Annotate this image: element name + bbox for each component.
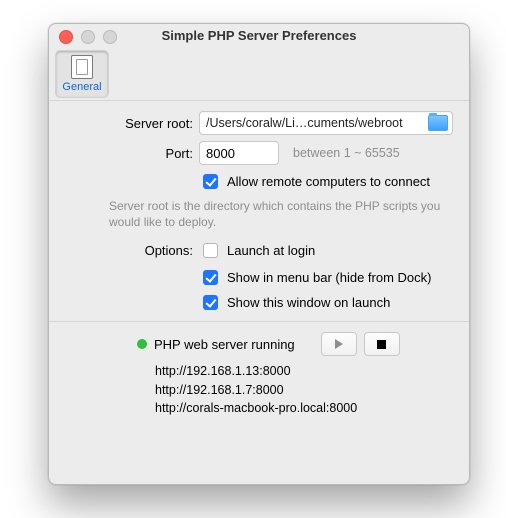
server-urls: http://192.168.1.13:8000 http://192.168.… — [155, 362, 453, 416]
preferences-window: Simple PHP Server Preferences General Se… — [48, 23, 470, 485]
server-root-value: /Users/coralw/Li…cuments/webroot — [206, 116, 424, 130]
start-button[interactable] — [321, 332, 357, 356]
minimize-icon[interactable] — [81, 30, 95, 44]
show-window-checkbox[interactable] — [203, 295, 218, 310]
close-icon[interactable] — [59, 30, 73, 44]
tab-general-label: General — [62, 81, 101, 93]
stop-icon — [377, 340, 386, 349]
server-url: http://corals-macbook-pro.local:8000 — [155, 399, 453, 417]
show-window-label: Show this window on launch — [227, 295, 390, 310]
server-url: http://192.168.1.13:8000 — [155, 362, 453, 380]
options-label: Options: — [65, 243, 193, 258]
tab-general[interactable]: General — [55, 50, 109, 98]
port-input[interactable] — [199, 141, 279, 165]
status-dot-icon — [137, 339, 147, 349]
allow-remote-label: Allow remote computers to connect — [227, 174, 430, 189]
launch-at-login-checkbox[interactable] — [203, 243, 218, 258]
play-icon — [334, 339, 344, 349]
server-root-help: Server root is the directory which conta… — [109, 198, 453, 230]
preferences-icon — [71, 55, 93, 79]
folder-icon — [428, 115, 448, 131]
titlebar: Simple PHP Server Preferences — [49, 24, 469, 48]
show-menubar-label: Show in menu bar (hide from Dock) — [227, 270, 431, 285]
stop-button[interactable] — [364, 332, 400, 356]
server-url: http://192.168.1.7:8000 — [155, 381, 453, 399]
toolbar: General — [49, 48, 469, 101]
port-hint: between 1 ~ 65535 — [293, 146, 400, 160]
port-label: Port: — [65, 146, 193, 161]
server-root-label: Server root: — [65, 116, 193, 131]
allow-remote-checkbox[interactable] — [203, 174, 218, 189]
separator — [49, 321, 469, 322]
zoom-icon[interactable] — [103, 30, 117, 44]
launch-at-login-label: Launch at login — [227, 243, 315, 258]
server-root-field[interactable]: /Users/coralw/Li…cuments/webroot — [199, 111, 453, 135]
status-text: PHP web server running — [154, 337, 295, 352]
show-menubar-checkbox[interactable] — [203, 270, 218, 285]
